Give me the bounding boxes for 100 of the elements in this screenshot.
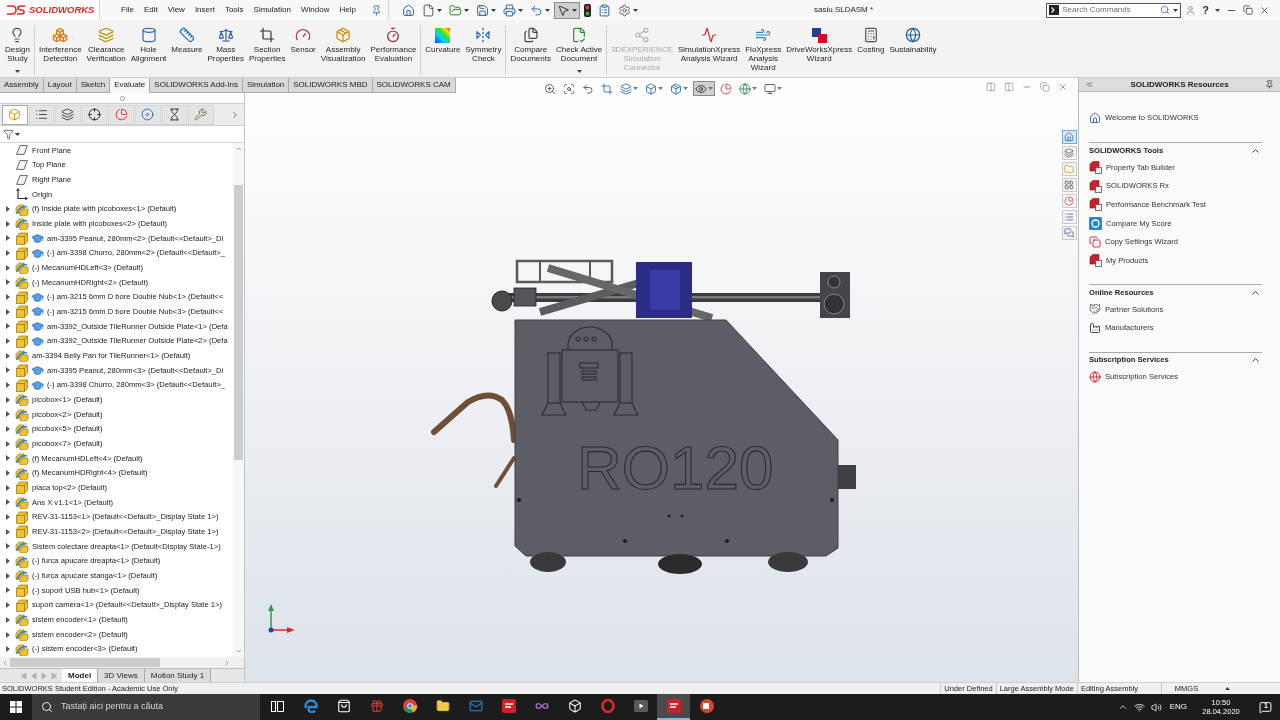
ribbon-button[interactable]: Hole Alignment bbox=[128, 25, 169, 75]
caret-right-icon[interactable] bbox=[5, 250, 10, 257]
bottom-tab[interactable]: Motion Study 1 bbox=[144, 669, 212, 682]
caret-right-icon[interactable] bbox=[5, 396, 10, 403]
menu-item[interactable]: File bbox=[116, 0, 139, 20]
taskbar-search-field[interactable]: Tastați aici pentru a căuta bbox=[32, 694, 260, 720]
caret-right-icon[interactable] bbox=[5, 543, 10, 550]
caret-right-icon[interactable] bbox=[5, 484, 10, 491]
task-pane-tab[interactable] bbox=[1061, 194, 1077, 208]
menu-item[interactable]: Edit bbox=[138, 0, 163, 20]
caret-right-icon[interactable] bbox=[5, 514, 10, 521]
ribbon-button[interactable]: Mass Properties bbox=[205, 25, 246, 75]
ribbon-button[interactable]: Symmetry Check bbox=[463, 25, 504, 75]
caret-right-icon[interactable] bbox=[5, 470, 10, 477]
ribbon-tab[interactable]: Sketch bbox=[76, 78, 111, 93]
bottom-tab[interactable]: Model bbox=[62, 669, 99, 682]
toolbar-button[interactable] bbox=[553, 1, 580, 19]
ribbon-tab[interactable]: SOLIDWORKS CAM bbox=[372, 78, 456, 93]
menu-item[interactable]: Window bbox=[295, 0, 335, 20]
caret-right-icon[interactable] bbox=[5, 411, 10, 418]
ribbon-button[interactable]: Sensor bbox=[288, 25, 318, 75]
menu-item[interactable]: Simulation bbox=[248, 0, 296, 20]
caret-right-icon[interactable] bbox=[5, 264, 10, 271]
caret-right-icon[interactable] bbox=[5, 206, 10, 212]
ribbon-tab[interactable]: Simulation bbox=[242, 78, 290, 93]
chevron-right-icon[interactable] bbox=[230, 109, 240, 120]
panel-tab[interactable] bbox=[161, 104, 188, 125]
search-field[interactable]: Search Commands bbox=[1046, 2, 1182, 18]
ribbon-button[interactable]: DriveWorksXpress Wizard bbox=[784, 25, 855, 75]
caret-right-icon[interactable] bbox=[5, 528, 10, 535]
taskbar-search-input[interactable]: Tastați aici pentru a căuta bbox=[61, 700, 251, 714]
ribbon-button[interactable]: Section Properties bbox=[246, 25, 288, 75]
ribbon-tab[interactable]: Evaluate bbox=[110, 78, 151, 93]
caret-right-icon[interactable] bbox=[5, 338, 10, 345]
ribbon-button[interactable]: Interference Detection bbox=[36, 25, 84, 75]
ribbon-tab[interactable]: Layout bbox=[43, 78, 77, 93]
ribbon-button[interactable]: FloXpress Analysis Wizard bbox=[743, 25, 784, 75]
caret-right-icon[interactable] bbox=[5, 440, 10, 447]
panel-tab[interactable] bbox=[108, 104, 134, 125]
ribbon-tab[interactable]: SOLIDWORKS MBD bbox=[289, 78, 373, 93]
task-pane-tab[interactable] bbox=[1061, 226, 1077, 240]
caret-right-icon[interactable] bbox=[5, 235, 10, 242]
panel-tab[interactable] bbox=[55, 104, 81, 125]
task-pane-tab[interactable] bbox=[1061, 178, 1077, 192]
bottom-tab[interactable]: 3D Views bbox=[98, 669, 145, 682]
close-icon[interactable] bbox=[1259, 4, 1270, 16]
caret-right-icon[interactable] bbox=[5, 279, 10, 286]
scrollbar-thumb[interactable] bbox=[10, 658, 160, 667]
tile-left-icon[interactable] bbox=[986, 82, 996, 92]
panel-tab[interactable] bbox=[81, 104, 108, 125]
taskbar-app[interactable] bbox=[657, 694, 690, 720]
ribbon-button[interactable]: Curvature bbox=[423, 25, 463, 75]
ribbon-button[interactable]: Design Study bbox=[3, 25, 32, 75]
ribbon-button[interactable]: Costing bbox=[855, 25, 887, 75]
help-button[interactable]: ? bbox=[1202, 4, 1209, 16]
caret-right-icon[interactable] bbox=[5, 426, 10, 433]
filter-button[interactable] bbox=[3, 128, 20, 140]
menu-item[interactable]: View bbox=[162, 0, 190, 20]
scrollbar-thumb[interactable] bbox=[234, 185, 243, 460]
notification-icon[interactable] bbox=[1259, 700, 1272, 714]
restore-icon[interactable] bbox=[1243, 5, 1253, 15]
ribbon-button[interactable]: SimulationXpress Analysis Wizard bbox=[675, 25, 743, 75]
menu-item[interactable]: Help bbox=[334, 0, 361, 20]
ribbon-button[interactable]: Check Active Document bbox=[553, 25, 605, 75]
caret-right-icon[interactable] bbox=[5, 308, 10, 315]
caret-right-icon[interactable] bbox=[5, 646, 10, 653]
caret-right-icon[interactable] bbox=[5, 323, 10, 330]
caret-right-icon[interactable] bbox=[5, 616, 10, 623]
speaker-icon[interactable] bbox=[1150, 701, 1162, 713]
ribbon-button[interactable]: Performance Evaluation bbox=[368, 25, 419, 75]
pin-icon[interactable] bbox=[370, 4, 382, 16]
caret-right-icon[interactable] bbox=[5, 558, 10, 565]
ribbon-button[interactable]: Sustainability bbox=[887, 25, 939, 75]
caret-right-icon[interactable] bbox=[5, 602, 10, 609]
pin-icon[interactable] bbox=[1265, 80, 1274, 89]
ribbon-button[interactable]: Measure bbox=[169, 25, 205, 75]
caret-right-icon[interactable] bbox=[5, 294, 10, 301]
ribbon-tab[interactable]: SOLIDWORKS Add-Ins bbox=[150, 78, 243, 93]
task-pane-tab[interactable] bbox=[1061, 130, 1077, 144]
caret-right-icon[interactable] bbox=[5, 367, 10, 374]
caret-right-icon[interactable] bbox=[5, 587, 10, 594]
caret-right-icon[interactable] bbox=[5, 631, 10, 638]
caret-right-icon[interactable] bbox=[5, 352, 10, 359]
chevron-up-icon[interactable] bbox=[1117, 702, 1128, 712]
ribbon-tab[interactable]: Assembly bbox=[0, 78, 44, 93]
search-icon[interactable] bbox=[1160, 5, 1171, 15]
caret-right-icon[interactable] bbox=[5, 572, 10, 579]
ribbon-button[interactable]: Compare Documents bbox=[508, 25, 553, 75]
caret-right-icon[interactable] bbox=[5, 455, 10, 462]
search-input[interactable]: Search Commands bbox=[1062, 4, 1158, 16]
caret-right-icon[interactable] bbox=[5, 499, 10, 506]
caret-right-icon[interactable] bbox=[5, 382, 10, 389]
language-indicator[interactable]: ENG bbox=[1169, 701, 1187, 713]
ribbon-button[interactable]: Assembly Visualization bbox=[318, 25, 368, 75]
ribbon-button[interactable]: Clearance Verification bbox=[84, 25, 128, 75]
menu-item[interactable]: Tools bbox=[219, 0, 249, 20]
caret-right-icon[interactable] bbox=[5, 220, 10, 227]
tile-right-icon[interactable] bbox=[1004, 82, 1014, 92]
task-pane-tab[interactable] bbox=[1061, 146, 1077, 160]
menu-item[interactable]: Insert bbox=[189, 0, 220, 20]
